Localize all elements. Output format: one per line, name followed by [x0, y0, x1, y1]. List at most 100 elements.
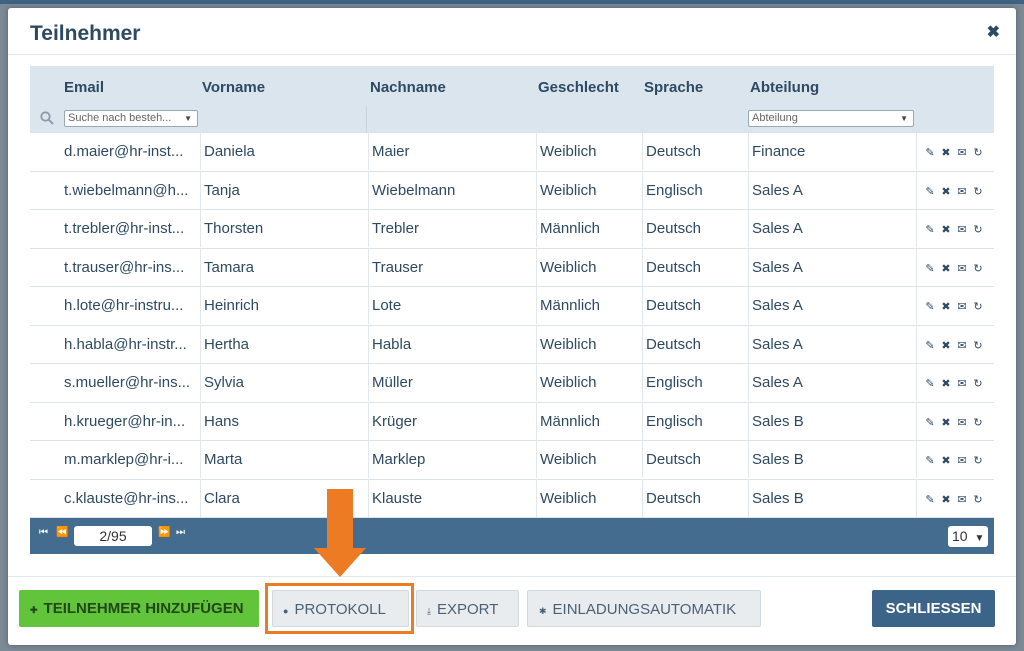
cell-abteilung: Sales A	[752, 374, 803, 391]
table-row[interactable]: t.trebler@hr-inst... Thorsten Trebler Männl…	[30, 210, 994, 249]
table-row[interactable]: t.trauser@hr-ins... Tamara Trauser Weiblich…	[30, 248, 994, 288]
edit-icon[interactable]: ✎	[922, 328, 938, 365]
last-page-icon[interactable]: ⏭	[176, 527, 185, 538]
refresh-icon[interactable]: ↻	[970, 251, 986, 288]
email-filter-placeholder: Suche nach besteh...	[68, 112, 172, 124]
edit-icon[interactable]: ✎	[922, 251, 938, 288]
col-sprache[interactable]: Sprache	[644, 79, 703, 96]
delete-icon[interactable]: ✖	[938, 366, 954, 403]
cell-sprache: Deutsch	[646, 297, 702, 314]
delete-icon[interactable]: ✖	[938, 251, 954, 288]
row-actions: ✎ ✖ ✉ ↻	[922, 364, 986, 401]
row-actions: ✎ ✖ ✉ ↻	[922, 172, 986, 209]
table-row[interactable]: s.mueller@hr-ins... Sylvia Müller Weiblich E…	[30, 364, 994, 403]
column-separator	[368, 133, 369, 170]
next-page-icon[interactable]: ⏩	[158, 527, 170, 538]
edit-icon[interactable]: ✎	[922, 135, 938, 172]
refresh-icon[interactable]: ↻	[970, 212, 986, 249]
refresh-icon[interactable]: ↻	[970, 366, 986, 403]
cell-nachname: Trauser	[372, 258, 424, 276]
edit-icon[interactable]: ✎	[922, 405, 938, 442]
edit-icon[interactable]: ✎	[922, 212, 938, 249]
mail-icon[interactable]: ✉	[954, 135, 970, 172]
mail-icon[interactable]: ✉	[954, 366, 970, 403]
edit-icon[interactable]: ✎	[922, 482, 938, 519]
edit-icon[interactable]: ✎	[922, 174, 938, 211]
refresh-icon[interactable]: ↻	[970, 482, 986, 519]
edit-icon[interactable]: ✎	[922, 289, 938, 326]
add-participant-button[interactable]: ✚ TEILNEHMER HINZUFÜGEN	[19, 590, 259, 627]
mail-icon[interactable]: ✉	[954, 289, 970, 326]
cell-vorname: Tanja	[204, 181, 240, 199]
mail-icon[interactable]: ✉	[954, 482, 970, 519]
column-separator	[748, 402, 749, 440]
column-separator	[200, 133, 201, 170]
delete-icon[interactable]: ✖	[938, 328, 954, 365]
col-nachname[interactable]: Nachname	[370, 79, 446, 96]
refresh-icon[interactable]: ↻	[970, 405, 986, 442]
first-page-icon[interactable]: ⏮	[39, 527, 48, 538]
refresh-icon[interactable]: ↻	[970, 443, 986, 480]
export-button[interactable]: ⤓ EXPORT	[416, 590, 519, 627]
column-separator	[368, 402, 369, 440]
page-input[interactable]: 2/95	[74, 526, 152, 546]
cell-email: t.trauser@hr-ins...	[64, 258, 185, 276]
delete-icon[interactable]: ✖	[938, 135, 954, 172]
column-separator	[200, 210, 201, 247]
edit-icon[interactable]: ✎	[922, 366, 938, 403]
mail-icon[interactable]: ✉	[954, 212, 970, 249]
col-geschlecht[interactable]: Geschlecht	[538, 79, 619, 96]
mail-icon[interactable]: ✉	[954, 328, 970, 365]
table-row[interactable]: t.wiebelmann@h... Tanja Wiebelmann Weiblich…	[30, 171, 994, 210]
refresh-icon[interactable]: ↻	[970, 328, 986, 365]
refresh-icon[interactable]: ↻	[970, 174, 986, 211]
column-separator	[536, 479, 537, 517]
row-actions: ✎ ✖ ✉ ↻	[922, 133, 986, 170]
close-button[interactable]: SCHLIESSEN	[872, 590, 995, 627]
cell-geschlecht: Weiblich	[540, 374, 597, 391]
refresh-icon[interactable]: ↻	[970, 289, 986, 326]
email-filter-select[interactable]: Suche nach besteh... ▼	[64, 110, 198, 127]
mail-icon[interactable]: ✉	[954, 251, 970, 288]
close-icon[interactable]: ✖	[987, 22, 1000, 42]
table-row[interactable]: m.marklep@hr-i... Marta Marklep Weiblich Deu…	[30, 441, 994, 480]
col-vorname[interactable]: Vorname	[202, 79, 265, 96]
row-actions: ✎ ✖ ✉ ↻	[922, 480, 986, 517]
column-separator	[368, 171, 369, 209]
col-abteilung[interactable]: Abteilung	[750, 79, 819, 96]
table-row[interactable]: h.krueger@hr-in... Hans Krüger Männlich Engl…	[30, 402, 994, 442]
mail-icon[interactable]: ✉	[954, 443, 970, 480]
page-size-select[interactable]: 10 ▼	[948, 526, 988, 547]
cell-nachname: Klauste	[372, 489, 423, 507]
delete-icon[interactable]: ✖	[938, 289, 954, 326]
table-row[interactable]: h.lote@hr-instru... Heinrich Lote Männlich D…	[30, 287, 994, 326]
abteilung-filter-select[interactable]: Abteilung ▼	[748, 110, 914, 127]
mail-icon[interactable]: ✉	[954, 174, 970, 211]
abteilung-filter-placeholder: Abteilung	[752, 112, 798, 124]
delete-icon[interactable]: ✖	[938, 443, 954, 480]
delete-icon[interactable]: ✖	[938, 482, 954, 519]
cell-sprache: Englisch	[646, 181, 703, 199]
chevron-down-icon: ▼	[184, 114, 192, 123]
prev-page-icon[interactable]: ⏪	[56, 527, 68, 538]
edit-icon[interactable]: ✎	[922, 443, 938, 480]
table-row[interactable]: c.klauste@hr-ins... Clara Klauste Weiblich D…	[30, 479, 994, 518]
delete-icon[interactable]: ✖	[938, 174, 954, 211]
col-email[interactable]: Email	[64, 79, 104, 96]
delete-icon[interactable]: ✖	[938, 405, 954, 442]
cell-abteilung: Sales A	[752, 258, 803, 276]
table-row[interactable]: h.habla@hr-instr... Hertha Habla Weiblich De…	[30, 325, 994, 365]
dialog-title: Teilnehmer	[30, 22, 141, 45]
refresh-icon[interactable]: ↻	[970, 135, 986, 172]
cell-nachname: Müller	[372, 374, 413, 391]
cell-geschlecht: Weiblich	[540, 489, 597, 507]
delete-icon[interactable]: ✖	[938, 212, 954, 249]
download-icon: ⤓	[427, 606, 431, 616]
table-row[interactable]: d.maier@hr-inst... Daniela Maier Weiblich De…	[30, 133, 994, 172]
column-separator	[368, 325, 369, 363]
export-label: EXPORT	[436, 601, 499, 618]
einladungsautomatik-button[interactable]: ✱ EINLADUNGSAUTOMATIK	[527, 590, 761, 627]
cell-sprache: Englisch	[646, 412, 703, 430]
mail-icon[interactable]: ✉	[954, 405, 970, 442]
column-separator	[748, 210, 749, 247]
